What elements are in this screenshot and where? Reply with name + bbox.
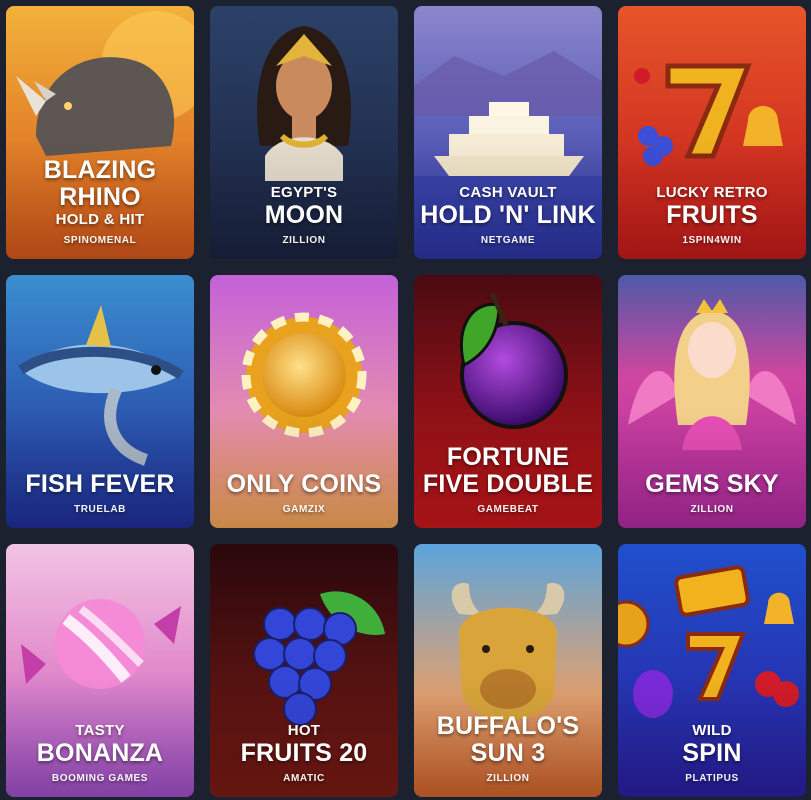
game-tile[interactable]: ONLY COINS GAMZIX <box>210 275 398 528</box>
game-provider: ZILLION <box>282 235 326 246</box>
game-title-line: HOLD 'N' LINK <box>420 201 596 229</box>
game-tile[interactable]: LUCKY RETRO FRUITS 1SPIN4WIN <box>618 6 806 259</box>
game-title-line: WILD <box>692 722 732 739</box>
game-title-line: BONANZA <box>36 739 164 767</box>
game-provider: BOOMING GAMES <box>51 773 149 784</box>
game-provider: 1SPIN4WIN <box>682 235 742 246</box>
game-tile[interactable]: FORTUNE FIVE DOUBLE GAMEBEAT <box>414 275 602 528</box>
game-title-line: SPIN <box>682 739 742 767</box>
game-provider: GAMEBEAT <box>477 504 539 515</box>
game-tile[interactable]: TASTY BONANZA BOOMING GAMES <box>6 544 194 797</box>
game-provider: PLATIPUS <box>685 773 739 784</box>
game-tile[interactable]: WILD SPIN PLATIPUS <box>618 544 806 797</box>
game-title-line: MOON <box>264 201 344 229</box>
game-title-line: FORTUNE <box>446 443 570 471</box>
game-tile[interactable]: BUFFALO'S SUN 3 ZILLION <box>414 544 602 797</box>
game-title-line: GEMS SKY <box>645 470 779 498</box>
game-title-line: FRUITS <box>666 201 758 229</box>
game-tile[interactable]: EGYPT'S MOON ZILLION <box>210 6 398 259</box>
game-tile[interactable]: HOT FRUITS 20 AMATIC <box>210 544 398 797</box>
game-tile[interactable]: GEMS SKY ZILLION <box>618 275 806 528</box>
game-title-line: HOLD & HIT <box>55 211 145 228</box>
game-title-line: RHINO <box>59 183 141 211</box>
games-grid: BLAZING RHINO HOLD & HIT SPINOMENAL EGYP… <box>0 0 811 800</box>
game-title-line: SUN 3 <box>470 739 546 767</box>
game-provider: ZILLION <box>690 504 734 515</box>
game-title-line: LUCKY RETRO <box>656 184 768 201</box>
game-provider: ZILLION <box>486 773 530 784</box>
game-title-line: CASH VAULT <box>459 184 557 201</box>
game-provider: AMATIC <box>283 773 325 784</box>
game-title-line: FISH FEVER <box>25 470 175 498</box>
game-title-line: ONLY COINS <box>226 470 382 498</box>
game-provider: GAMZIX <box>282 504 326 515</box>
game-provider: NETGAME <box>480 235 536 246</box>
game-tile[interactable]: FISH FEVER TRUELAB <box>6 275 194 528</box>
game-tile[interactable]: BLAZING RHINO HOLD & HIT SPINOMENAL <box>6 6 194 259</box>
game-provider: TRUELAB <box>74 504 126 515</box>
game-provider: SPINOMENAL <box>63 235 137 246</box>
game-title-line: FRUITS 20 <box>240 739 368 767</box>
game-title-line: FIVE DOUBLE <box>422 470 594 498</box>
game-title-line: HOT <box>287 722 321 739</box>
game-title-line: BLAZING <box>43 156 157 184</box>
game-title-line: EGYPT'S <box>270 184 338 201</box>
game-tile[interactable]: CASH VAULT HOLD 'N' LINK NETGAME <box>414 6 602 259</box>
game-title-line: BUFFALO'S <box>436 712 580 740</box>
game-title-line: TASTY <box>75 722 125 739</box>
